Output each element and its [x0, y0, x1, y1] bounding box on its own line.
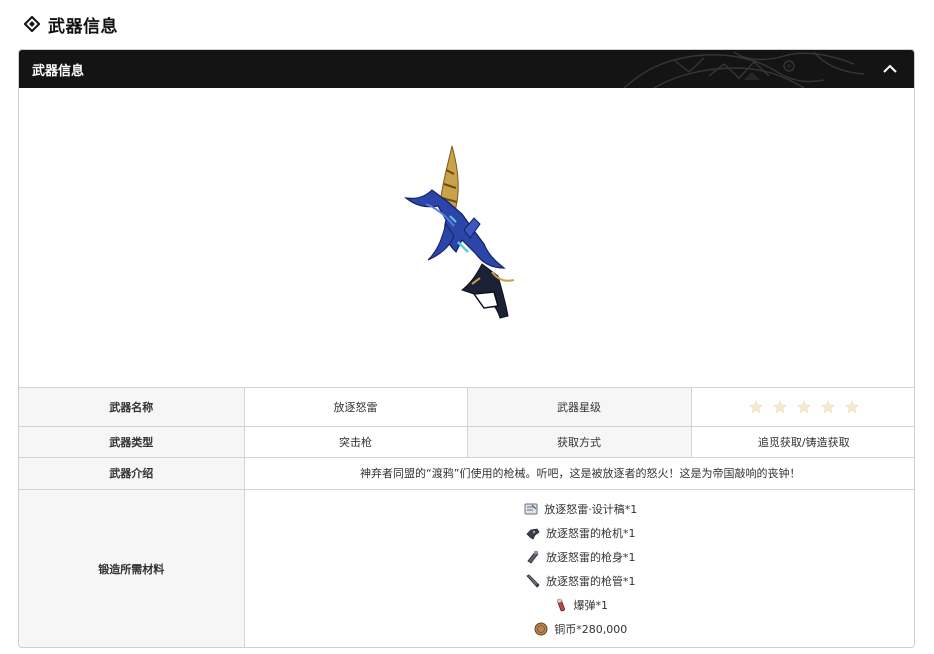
table-row: 武器名称 放逐怒雷 武器星级: [19, 388, 915, 427]
material-item: 放逐怒雷·设计稿*1: [523, 500, 637, 518]
table-row: 武器类型 突击枪 获取方式 追觅获取/铸造获取: [19, 425, 914, 458]
page-heading: 武器信息: [24, 11, 118, 37]
collapse-button[interactable]: [880, 59, 900, 79]
obtain-method-value: 追觅获取/铸造获取: [690, 425, 914, 458]
obtain-method-label: 获取方式: [466, 425, 692, 458]
weapon-rarity-value: [690, 388, 915, 427]
weapon-intro-value: 神弃者同盟的“渡鸦”们使用的枪械。听吧，这是被放逐者的怒火！这是为帝国敲响的丧钟…: [243, 456, 914, 490]
gun-body-icon: [527, 550, 539, 564]
weapon-rarity-label: 武器星级: [466, 388, 692, 427]
material-item: 爆弹*1: [553, 596, 609, 614]
copper-coin-icon: [534, 622, 548, 635]
star-icon: [844, 399, 859, 414]
weapon-intro-label: 武器介绍: [19, 456, 245, 490]
table-row: 武器介绍 神弃者同盟的“渡鸦”们使用的枪械。听吧，这是被放逐者的怒火！这是为帝国…: [19, 456, 914, 490]
weapon-info-panel: 武器信息 武器名称 放逐怒雷 武器星级 武器类型 突击枪 获取方式 追觅获取/铸…: [18, 49, 915, 648]
star-icon: [772, 399, 787, 414]
material-text: 放逐怒雷·设计稿*1: [544, 502, 638, 516]
star-icon: [796, 399, 811, 414]
material-item: 放逐怒雷的枪身*1: [525, 548, 636, 566]
materials-label: 锻造所需材料: [19, 488, 245, 647]
star-icon: [748, 399, 763, 414]
gun-receiver-icon: [526, 528, 540, 540]
header-decoration-icon: [623, 51, 865, 88]
material-text: 放逐怒雷的枪管*1: [546, 574, 636, 588]
gun-barrel-icon: [526, 574, 540, 588]
star-rating: [692, 399, 915, 414]
page-title: 武器信息: [48, 16, 118, 37]
cartridge-icon: [556, 598, 565, 611]
material-item: 放逐怒雷的枪管*1: [525, 572, 636, 590]
table-row: 锻造所需材料 放逐怒雷·设计稿*1 放逐怒雷的枪机*1 放逐怒雷的枪身*1 放逐怒雷的…: [19, 488, 915, 647]
diamond-icon: [24, 16, 40, 32]
panel-title: 武器信息: [32, 63, 85, 79]
material-item: 放逐怒雷的枪机*1: [525, 524, 636, 542]
material-item: 铜币*280,000: [533, 620, 627, 638]
materials-list: 放逐怒雷·设计稿*1 放逐怒雷的枪机*1 放逐怒雷的枪身*1 放逐怒雷的枪管*1 爆弹*…: [245, 496, 915, 642]
star-icon: [820, 399, 835, 414]
weapon-name-label: 武器名称: [19, 388, 245, 427]
material-text: 放逐怒雷的枪机*1: [546, 526, 636, 540]
material-text: 爆弹*1: [573, 598, 609, 612]
weapon-info-table: 武器名称 放逐怒雷 武器星级 武器类型 突击枪 获取方式 追觅获取/铸造获取 武…: [19, 388, 915, 647]
weapon-type-value: 突击枪: [243, 425, 468, 458]
weapon-image-area: [19, 88, 914, 388]
weapon-image: [403, 145, 514, 319]
material-text: 放逐怒雷的枪身*1: [546, 550, 636, 564]
weapon-type-label: 武器类型: [19, 425, 245, 458]
weapon-name-value: 放逐怒雷: [243, 388, 468, 427]
panel-header: 武器信息: [19, 50, 914, 88]
chevron-up-icon: [883, 64, 897, 73]
blueprint-icon: [524, 503, 538, 514]
materials-cell: 放逐怒雷·设计稿*1 放逐怒雷的枪机*1 放逐怒雷的枪身*1 放逐怒雷的枪管*1 爆弹*…: [243, 488, 915, 647]
material-text: 铜币*280,000: [554, 622, 628, 636]
